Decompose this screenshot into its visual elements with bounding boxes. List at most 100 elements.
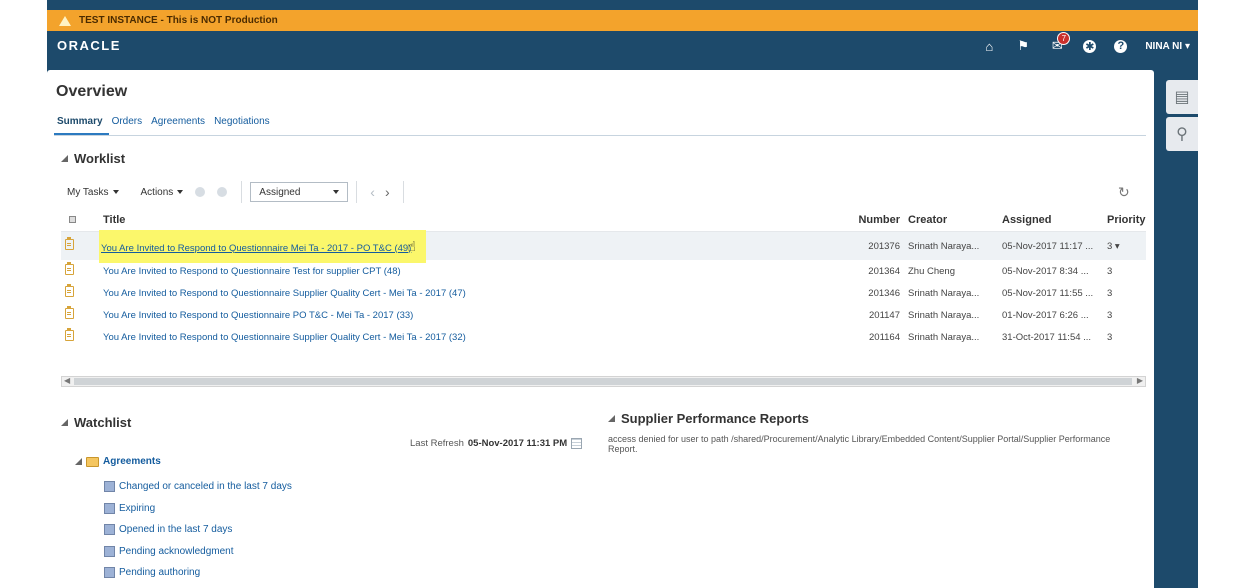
priority-cell[interactable]: 3 ▾ xyxy=(1101,241,1141,252)
refresh-icon[interactable]: ↻ xyxy=(1118,184,1130,201)
tab-summary[interactable]: Summary xyxy=(54,112,109,135)
table-row[interactable]: You Are Invited to Respond to Questionna… xyxy=(61,304,1146,326)
watchlist-item[interactable]: Changed or canceled in the last 7 days xyxy=(104,481,292,492)
previous-icon[interactable]: ‹ xyxy=(365,184,380,200)
reports-header[interactable]: Supplier Performance Reports xyxy=(608,411,809,426)
watchlist-item[interactable]: Expiring xyxy=(104,503,155,514)
watchlist-item[interactable]: Opened in the last 7 days xyxy=(104,524,232,535)
last-refresh: Last Refresh 05-Nov-2017 11:31 PM xyxy=(410,438,583,449)
watchlist-item-label: Pending acknowledgment xyxy=(119,546,234,557)
home-icon[interactable]: ⌂ xyxy=(981,38,997,54)
assigned-cell: 05-Nov-2017 11:55 ... xyxy=(1002,287,1094,299)
watchlist-header[interactable]: Watchlist xyxy=(61,415,131,430)
scrollbar-thumb[interactable] xyxy=(74,378,1132,385)
title-cell: You Are Invited to Respond to Questionna… xyxy=(99,229,855,263)
highlight: You Are Invited to Respond to Questionna… xyxy=(99,229,426,263)
task-cell xyxy=(61,262,103,278)
collapse-icon xyxy=(61,155,68,162)
approve-icon[interactable] xyxy=(195,187,206,197)
col-creator[interactable]: Creator xyxy=(908,214,997,226)
help-icon[interactable]: ? xyxy=(1114,39,1128,53)
scroll-left-icon[interactable]: ◀ xyxy=(64,376,70,385)
watchlist-item[interactable]: Pending authoring xyxy=(104,567,200,578)
task-link[interactable]: You Are Invited to Respond to Questionna… xyxy=(103,332,855,343)
flag-icon[interactable]: ⚑ xyxy=(1015,38,1031,54)
table-row[interactable]: You Are Invited to Respond to Questionna… xyxy=(61,229,1146,263)
notification-badge: 7 xyxy=(1057,32,1071,45)
table-row[interactable]: You Are Invited to Respond to Questionna… xyxy=(61,260,1146,282)
tab-agreements[interactable]: Agreements xyxy=(148,112,211,135)
task-icon xyxy=(65,237,74,250)
watchlist-folder[interactable]: Agreements xyxy=(75,456,161,467)
refresh-watchlist-icon[interactable] xyxy=(571,438,583,449)
my-tasks-menu[interactable]: My Tasks xyxy=(61,187,125,198)
watchlist-item[interactable]: Pending acknowledgment xyxy=(104,546,234,557)
task-cell xyxy=(61,306,103,322)
tab-orders[interactable]: Orders xyxy=(109,112,149,135)
col-assigned[interactable]: Assigned xyxy=(997,214,1101,226)
watchlist-item-label: Pending authoring xyxy=(119,567,201,578)
table-header: Title Number Creator Assigned Priority xyxy=(61,208,1146,232)
page-title: Overview xyxy=(56,83,128,100)
chevron-down-icon xyxy=(333,190,340,194)
assigned-cell: 01-Nov-2017 6:26 ... xyxy=(1002,309,1089,321)
tab-bar: Summary Orders Agreements Negotiations xyxy=(54,112,1146,136)
reports-message: access denied for user to path /shared/P… xyxy=(608,434,1111,454)
priority-cell: 3 xyxy=(1107,265,1113,277)
document-icon xyxy=(104,546,115,557)
col-title[interactable]: Title xyxy=(103,214,855,226)
number-cell: 201147 xyxy=(869,309,900,321)
folder-icon xyxy=(86,456,99,467)
user-menu[interactable]: NINA NI ▾ xyxy=(1145,41,1190,52)
table-row[interactable]: You Are Invited to Respond to Questionna… xyxy=(61,282,1146,304)
app-frame: TEST INSTANCE - This is NOT Production O… xyxy=(47,0,1198,588)
user-name: NINA NI xyxy=(1145,40,1183,52)
document-icon xyxy=(104,503,115,514)
task-link[interactable]: You Are Invited to Respond to Questionna… xyxy=(101,243,411,254)
watchlist-item-label: Expiring xyxy=(119,503,156,514)
assigned-cell: 05-Nov-2017 11:17 ... xyxy=(1002,240,1094,252)
accessibility-icon[interactable]: ✱ xyxy=(1083,39,1097,53)
watchlist-item-label: Opened in the last 7 days xyxy=(119,524,233,535)
toolbar-divider xyxy=(241,181,243,203)
assigned-filter-select[interactable]: Assigned xyxy=(250,182,349,202)
creator-cell: Srinath Naraya... xyxy=(908,309,980,321)
worklist-header[interactable]: Worklist xyxy=(61,151,125,166)
col-priority[interactable]: Priority xyxy=(1101,214,1146,226)
task-cell xyxy=(61,237,103,253)
tasks-panel-icon[interactable]: ▤ xyxy=(1166,80,1198,114)
select-all-cell[interactable] xyxy=(61,214,103,226)
tab-negotiations[interactable]: Negotiations xyxy=(211,112,276,135)
task-link[interactable]: You Are Invited to Respond to Questionna… xyxy=(103,310,855,321)
task-link[interactable]: You Are Invited to Respond to Questionna… xyxy=(103,266,855,277)
document-icon xyxy=(104,567,115,578)
worklist-table: Title Number Creator Assigned Priority Y… xyxy=(61,208,1146,348)
priority-cell: 3 xyxy=(1107,287,1113,299)
task-icon xyxy=(65,262,74,275)
warning-icon xyxy=(59,15,71,26)
task-cell xyxy=(61,328,103,344)
col-number[interactable]: Number xyxy=(855,214,908,226)
chevron-down-icon xyxy=(112,190,119,194)
horizontal-scrollbar[interactable]: ◀ ▶ xyxy=(61,376,1146,387)
table-row[interactable]: You Are Invited to Respond to Questionna… xyxy=(61,326,1146,348)
number-cell: 201376 xyxy=(868,240,900,252)
task-link[interactable]: You Are Invited to Respond to Questionna… xyxy=(103,288,855,299)
scroll-right-icon[interactable]: ▶ xyxy=(1137,376,1143,385)
actions-menu[interactable]: Actions xyxy=(135,187,190,198)
notifications-icon[interactable]: ✉ 7 xyxy=(1049,32,1071,54)
collapse-icon xyxy=(608,415,615,422)
next-icon[interactable]: › xyxy=(380,184,395,200)
reject-icon[interactable] xyxy=(217,187,228,197)
priority-cell: 3 xyxy=(1107,331,1113,343)
watchlist-item-label: Changed or canceled in the last 7 days xyxy=(119,481,292,492)
priority-cell: 3 xyxy=(1107,309,1113,321)
last-refresh-value: 05-Nov-2017 11:31 PM xyxy=(467,438,568,449)
number-cell: 201346 xyxy=(868,287,900,299)
creator-cell: Srinath Naraya... xyxy=(908,240,980,252)
number-cell: 201164 xyxy=(869,331,900,343)
folder-label: Agreements xyxy=(103,456,161,467)
document-icon xyxy=(104,524,115,535)
task-icon xyxy=(65,328,74,341)
search-icon[interactable]: ⚲ xyxy=(1166,117,1198,151)
